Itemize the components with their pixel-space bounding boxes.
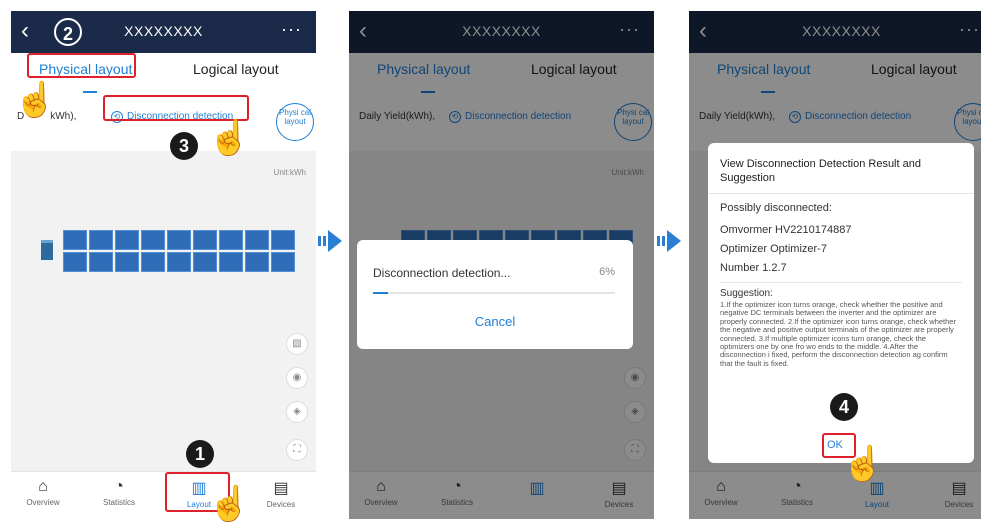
suggestion-text: 1.If the optimizer icon turns orange, ch… xyxy=(720,300,956,368)
optimizer-cell[interactable] xyxy=(141,230,165,250)
step-arrow-icon xyxy=(657,230,681,252)
optimizer-cell[interactable] xyxy=(219,230,243,250)
progress-dialog: Disconnection detection... 6% Cancel xyxy=(357,240,633,349)
cancel-button[interactable]: Cancel xyxy=(357,314,633,329)
statistics-icon: ◔ xyxy=(114,478,124,495)
suggestion-box: Suggestion: 1.If the optimizer icon turn… xyxy=(720,282,962,368)
optimizer-number: Number 1.2.7 xyxy=(720,262,787,274)
devices-icon: ▤ xyxy=(273,480,289,497)
progress-percent: 6% xyxy=(599,266,615,278)
home-icon: ⌂ xyxy=(38,478,48,495)
layers-icon[interactable]: ◈ xyxy=(286,401,308,423)
callout-1: 1 xyxy=(186,440,214,468)
phone-screen-1: ‹ XXXXXXXX ··· Physical layout Logical l… xyxy=(11,11,316,519)
optimizer-cell[interactable] xyxy=(141,252,165,272)
optimizer-cell[interactable] xyxy=(63,230,87,250)
nav-statistics-label: Statistics xyxy=(102,498,135,507)
optimizer-cell[interactable] xyxy=(115,230,139,250)
optimizer-cell[interactable] xyxy=(167,230,191,250)
expand-icon[interactable]: ⛶ xyxy=(286,439,308,461)
more-icon[interactable]: ··· xyxy=(281,19,302,40)
optimizer-cell[interactable] xyxy=(219,252,243,272)
tab-logical-layout[interactable]: Logical layout xyxy=(193,61,279,77)
inverter-name: Omvormer HV2210174887 xyxy=(720,224,852,236)
optimizer-cell[interactable] xyxy=(193,252,217,272)
nav-devices[interactable]: ▤ Devices xyxy=(251,478,311,509)
progress-text: Disconnection detection... xyxy=(373,266,511,280)
step-arrow-icon xyxy=(318,230,342,252)
result-dialog-title: View Disconnection Detection Result and … xyxy=(720,158,921,184)
optimizer-cell[interactable] xyxy=(89,252,113,272)
nav-overview[interactable]: ⌂ Overview xyxy=(13,478,73,507)
nav-overview-label: Overview xyxy=(26,498,60,507)
pointer-hand-icon: ☝ xyxy=(842,445,885,483)
pointer-hand-icon: ☝ xyxy=(208,485,251,523)
callout-2: 2 xyxy=(54,18,82,46)
tab-underline xyxy=(83,91,97,93)
pointer-hand-icon: ☝ xyxy=(208,119,251,157)
callout-4: 4 xyxy=(830,393,858,421)
physical-layout-button[interactable]: Physi cal layout xyxy=(276,103,314,141)
optimizer-cell[interactable] xyxy=(271,252,295,272)
optimizer-cell[interactable] xyxy=(245,252,269,272)
progress-bar xyxy=(373,292,615,294)
progress-fill xyxy=(373,292,388,294)
optimizer-cell[interactable] xyxy=(193,230,217,250)
suggestion-title: Suggestion: xyxy=(720,288,773,299)
optimizer-cell[interactable] xyxy=(89,230,113,250)
optimizer-cell[interactable] xyxy=(63,252,87,272)
bottom-nav: ⌂ Overview ◔ Statistics ▥ Layout ▤ Devices xyxy=(11,471,316,519)
phone-screen-2: ‹ XXXXXXXX ··· Physical layout Logical l… xyxy=(349,11,654,519)
callout-3: 3 xyxy=(170,132,198,160)
optimizer-grid xyxy=(63,230,295,272)
nav-statistics[interactable]: ◔ Statistics xyxy=(89,478,149,507)
optimizer-cell[interactable] xyxy=(245,230,269,250)
nav-devices-label: Devices xyxy=(266,500,296,509)
unit-label: Unit:kWh xyxy=(273,168,306,177)
optimizer-cell[interactable] xyxy=(167,252,191,272)
highlight-physical-tab xyxy=(27,53,136,78)
optimizer-cell[interactable] xyxy=(271,230,295,250)
inverter-icon[interactable] xyxy=(41,240,53,260)
image-icon[interactable]: ▧ xyxy=(286,333,308,355)
optimizer-name: Optimizer Optimizer-7 xyxy=(720,243,827,255)
locate-icon[interactable]: ◉ xyxy=(286,367,308,389)
pointer-hand-icon: ☝ xyxy=(14,81,57,119)
optimizer-cell[interactable] xyxy=(115,252,139,272)
possibly-disconnected-label: Possibly disconnected: xyxy=(720,202,832,214)
divider xyxy=(708,193,974,194)
